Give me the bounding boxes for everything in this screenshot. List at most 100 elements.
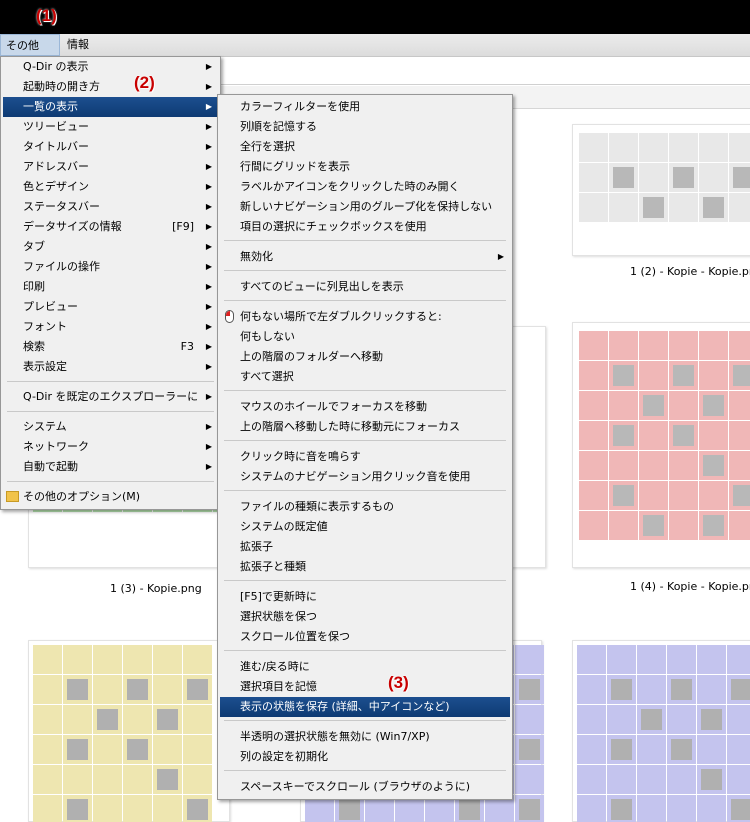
main-menu-item-18[interactable]: ネットワーク ▶: [3, 437, 218, 457]
grid-cell: [639, 331, 668, 360]
submenu-item-22[interactable]: 選択状態を保つ: [220, 607, 510, 627]
grid-cell: [63, 645, 92, 674]
main-menu-item-16[interactable]: Q-Dir を既定のエクスプローラーに ▶: [3, 387, 218, 407]
grid-cell: [729, 451, 750, 480]
submenu-item-25[interactable]: 選択項目を記憶: [220, 677, 510, 697]
submenu-item-2[interactable]: 全行を選択: [220, 137, 510, 157]
menu-separator: [224, 270, 506, 271]
grid-cell: [607, 795, 636, 822]
submenu-item-17[interactable]: ファイルの種類に表示するもの: [220, 497, 510, 517]
main-menu-item-13[interactable]: フォント ▶: [3, 317, 218, 337]
main-menu-item-9[interactable]: タブ ▶: [3, 237, 218, 257]
annotation-1: (1): [36, 6, 57, 25]
main-menu-item-1[interactable]: 起動時の開き方 ▶: [3, 77, 218, 97]
submenu-item-29[interactable]: スペースキーでスクロール (ブラウザのように): [220, 777, 510, 797]
menu-item-label: 起動時の開き方: [23, 80, 100, 93]
grid-cell: [123, 765, 152, 794]
menu-item-label: その他のオプション(M): [23, 490, 141, 503]
thumbnail[interactable]: [572, 640, 750, 822]
thumbnail[interactable]: [28, 640, 230, 822]
menu-item-label: 新しいナビゲーション用のグループ化を保持しない: [240, 200, 493, 213]
grid-cell: [699, 511, 728, 540]
grid-cell: [183, 705, 212, 734]
submenu-item-13[interactable]: マウスのホイールでフォーカスを移動: [220, 397, 510, 417]
grid-cell: [33, 735, 62, 764]
menu-item-label: 自動で起動: [23, 460, 78, 473]
menu-item-label: マウスのホイールでフォーカスを移動: [240, 400, 427, 413]
grid-cell: [485, 795, 514, 822]
submenu-item-8[interactable]: すべてのビューに列見出しを表示: [220, 277, 510, 297]
menu-bar: その他(X) 情報: [0, 34, 750, 74]
submenu-item-27[interactable]: 半透明の選択状態を無効に (Win7/XP): [220, 727, 510, 747]
main-menu-item-15[interactable]: 表示設定 ▶: [3, 357, 218, 377]
menu-item-label: 何もない場所で左ダブルクリックすると:: [240, 310, 442, 323]
main-menu-item-3[interactable]: ツリービュー ▶: [3, 117, 218, 137]
main-menu-item-11[interactable]: 印刷 ▶: [3, 277, 218, 297]
grid-cell: [637, 705, 666, 734]
submenu-item-1[interactable]: 列順を記憶する: [220, 117, 510, 137]
submenu-item-7[interactable]: 無効化 ▶: [220, 247, 510, 267]
grid-cell: [727, 795, 750, 822]
main-menu-item-12[interactable]: プレビュー ▶: [3, 297, 218, 317]
thumbnail[interactable]: [572, 124, 750, 256]
submenu-item-26[interactable]: 表示の状態を保存 (詳細、中アイコンなど): [220, 697, 510, 717]
grid-cell: [153, 645, 182, 674]
submenu-item-16[interactable]: システムのナビゲーション用クリック音を使用: [220, 467, 510, 487]
grid-cell: [699, 331, 728, 360]
submenu-item-21[interactable]: [F5]で更新時に: [220, 587, 510, 607]
main-menu-item-0[interactable]: Q-Dir の表示 ▶: [3, 57, 218, 77]
submenu-item-19[interactable]: 拡張子: [220, 537, 510, 557]
submenu-item-14[interactable]: 上の階層へ移動した時に移動元にフォーカス: [220, 417, 510, 437]
main-menu-item-14[interactable]: 検索 F3 ▶: [3, 337, 218, 357]
menu-other[interactable]: その他(X): [0, 34, 60, 74]
grid-cell: [515, 645, 544, 674]
menu-item-label: Q-Dir を既定のエクスプローラーに: [23, 390, 199, 403]
grid-cell: [63, 795, 92, 822]
main-menu-item-17[interactable]: システム ▶: [3, 417, 218, 437]
thumbnail-label[interactable]: 1 (2) - Kopie - Kopie.pn: [630, 265, 750, 278]
grid-cell: [669, 511, 698, 540]
main-menu-item-19[interactable]: 自動で起動 ▶: [3, 457, 218, 477]
folder-icon: [6, 491, 19, 502]
grid-cell: [639, 511, 668, 540]
menu-item-label: 拡張子と種類: [240, 560, 306, 573]
main-menu-item-2[interactable]: 一覧の表示 ▶: [3, 97, 218, 117]
grid-cell: [729, 193, 750, 222]
grid-cell: [577, 735, 606, 764]
grid-cell: [515, 795, 544, 822]
submenu-item-5[interactable]: 新しいナビゲーション用のグループ化を保持しない: [220, 197, 510, 217]
main-menu-item-20[interactable]: その他のオプション(M): [3, 487, 218, 507]
submenu-item-15[interactable]: クリック時に音を鳴らす: [220, 447, 510, 467]
grid-cell: [515, 675, 544, 704]
grid-cell: [153, 795, 182, 822]
main-menu-item-7[interactable]: ステータスバー ▶: [3, 197, 218, 217]
submenu-item-28[interactable]: 列の設定を初期化: [220, 747, 510, 767]
submenu-item-24[interactable]: 進む/戻る時に: [220, 657, 510, 677]
submenu-item-23[interactable]: スクロール位置を保つ: [220, 627, 510, 647]
main-menu-item-4[interactable]: タイトルバー ▶: [3, 137, 218, 157]
main-menu-item-8[interactable]: データサイズの情報 [F9] ▶: [3, 217, 218, 237]
submenu-item-11[interactable]: 上の階層のフォルダーへ移動: [220, 347, 510, 367]
chevron-right-icon: ▶: [205, 362, 212, 371]
main-menu-item-6[interactable]: 色とデザイン ▶: [3, 177, 218, 197]
submenu-item-6[interactable]: 項目の選択にチェックボックスを使用: [220, 217, 510, 237]
submenu-item-9[interactable]: 何もない場所で左ダブルクリックすると:: [220, 307, 510, 327]
submenu-item-18[interactable]: システムの既定値: [220, 517, 510, 537]
grid-cell: [609, 511, 638, 540]
thumbnail[interactable]: [572, 322, 750, 568]
submenu-item-4[interactable]: ラベルかアイコンをクリックした時のみ開く: [220, 177, 510, 197]
thumbnail-label[interactable]: 1 (3) - Kopie.png: [110, 582, 202, 595]
main-menu-item-10[interactable]: ファイルの操作 ▶: [3, 257, 218, 277]
submenu-item-12[interactable]: すべて選択: [220, 367, 510, 387]
menu-item-label: [F5]で更新時に: [240, 590, 317, 603]
thumbnail-label[interactable]: 1 (4) - Kopie - Kopie.pn: [630, 580, 750, 593]
chevron-right-icon: ▶: [205, 442, 212, 451]
grid-cell: [93, 795, 122, 822]
submenu-item-10[interactable]: 何もしない: [220, 327, 510, 347]
grid-cell: [33, 765, 62, 794]
main-menu-item-5[interactable]: アドレスバー ▶: [3, 157, 218, 177]
submenu-item-0[interactable]: カラーフィルターを使用: [220, 97, 510, 117]
submenu-item-3[interactable]: 行間にグリッドを表示: [220, 157, 510, 177]
submenu-item-20[interactable]: 拡張子と種類: [220, 557, 510, 577]
menu-info[interactable]: 情報: [62, 34, 94, 56]
